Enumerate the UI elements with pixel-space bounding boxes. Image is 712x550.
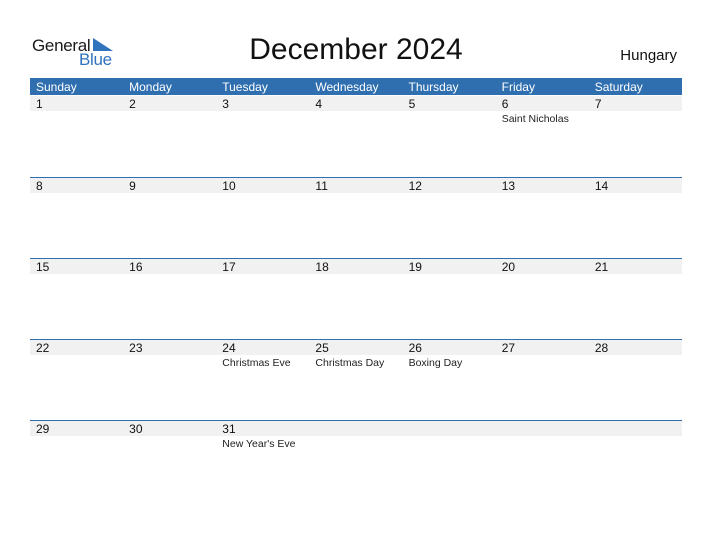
day-cell [309,420,402,501]
day-number: 27 [501,341,516,355]
day-number: 14 [594,179,609,193]
day-number: 26 [408,341,422,355]
week-row: 29 30 31 New Year's Eve [30,420,682,501]
day-cell: 29 [30,420,123,501]
day-cell: 21 [589,258,682,339]
weekday-thursday: Thursday [408,80,459,94]
day-cell: 15 [30,258,123,339]
day-number: 11 [315,179,328,193]
day-number: 23 [129,341,143,355]
day-number: 17 [222,260,236,274]
day-number: 9 [129,179,136,193]
day-number: 19 [408,260,422,274]
day-number: 30 [129,422,143,436]
holiday-label: New Year's Eve [222,438,296,450]
day-number: 4 [315,97,323,111]
holiday-label: Boxing Day [408,357,463,369]
calendar-title: December 2024 [249,33,463,66]
day-number: 31 [222,422,236,436]
day-number: 6 [501,97,509,111]
day-cell: 14 [589,177,682,258]
week-row: 8 9 10 11 12 13 14 [30,177,682,258]
day-cell: 25 Christmas Day [309,339,402,420]
day-cell: 17 [216,258,309,339]
day-cell: 5 [403,96,496,177]
weekday-saturday: Saturday [594,80,643,94]
day-cell: 13 [496,177,589,258]
day-number: 24 [222,341,236,355]
day-cell: 8 [30,177,123,258]
day-cell: 16 [123,258,216,339]
day-number: 8 [36,179,43,193]
day-number: 5 [408,97,416,111]
day-number: 21 [594,260,609,274]
day-cell [403,420,496,501]
day-cell: 6 Saint Nicholas [496,96,589,177]
week-row: 22 23 24 Christmas Eve 25 Christmas Day 26 Boxi… [30,339,682,420]
day-cell: 30 [123,420,216,501]
weekday-monday: Monday [129,80,172,94]
day-number: 18 [315,260,329,274]
country-label: Hungary [620,47,677,64]
day-number: 29 [36,422,50,436]
day-cell: 9 [123,177,216,258]
day-cell: 26 Boxing Day [403,339,496,420]
day-cell: 22 [30,339,123,420]
day-cell: 3 [216,96,309,177]
holiday-label: Christmas Day [315,357,385,369]
day-cell: 7 [589,96,682,177]
day-cell: 4 [309,96,402,177]
day-cell: 19 [403,258,496,339]
day-number: 16 [129,260,143,274]
day-cell: 18 [309,258,402,339]
day-number: 22 [36,341,50,355]
day-number: 7 [594,97,602,111]
day-cell: 27 [496,339,589,420]
weekday-wednesday: Wednesday [315,80,379,94]
day-number: 25 [315,341,329,355]
day-cell: 10 [216,177,309,258]
day-number: 2 [129,97,136,111]
day-cell [589,420,682,501]
day-number: 13 [501,179,516,193]
day-cell: 12 [403,177,496,258]
day-cell: 2 [123,96,216,177]
week-row: 1 2 3 4 5 6 Saint Nicholas 7 [30,96,682,177]
day-number: 12 [408,179,422,193]
day-number: 20 [501,260,516,274]
week-row: 15 16 17 18 19 20 21 [30,258,682,339]
weekday-header: Sunday Monday Tuesday Wednesday Thursday… [30,78,682,95]
day-number: 3 [222,97,229,111]
day-number: 15 [36,260,50,274]
holiday-label: Christmas Eve [222,357,291,369]
day-cell: 31 New Year's Eve [216,420,309,501]
day-cell: 20 [496,258,589,339]
day-cell: 24 Christmas Eve [216,339,309,420]
weekday-sunday: Sunday [36,80,77,94]
day-cell [496,420,589,501]
day-cell: 28 [589,339,682,420]
holiday-label: Saint Nicholas [501,113,569,125]
day-cell: 11 [309,177,402,258]
day-number: 1 [36,97,43,111]
weekday-tuesday: Tuesday [222,80,268,94]
weekday-friday: Friday [501,80,535,94]
day-cell: 23 [123,339,216,420]
day-number: 28 [594,341,609,355]
day-number: 10 [222,179,236,193]
day-cell: 1 [30,96,123,177]
